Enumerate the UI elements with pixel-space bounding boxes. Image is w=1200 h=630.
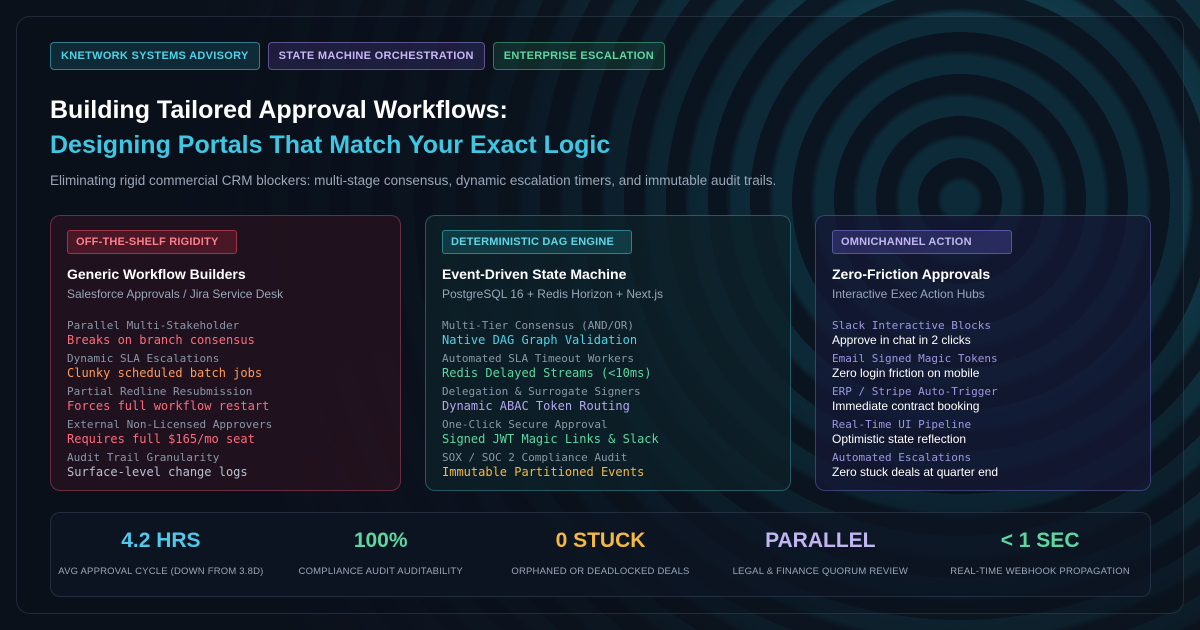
feature-label: Multi-Tier Consensus (AND/OR): [442, 319, 635, 332]
feature-label: Email Signed Magic Tokens: [832, 352, 998, 365]
stat-compliance: 100% COMPLIANCE AUDIT AUDITABILITY: [271, 513, 491, 596]
feature-value: Surface-level change logs: [67, 465, 248, 479]
feature-value: Forces full workflow restart: [67, 399, 270, 413]
feature-row: Automated Escalations Zero stuck deals a…: [832, 450, 1134, 480]
feature-row: Multi-Tier Consensus (AND/OR) Native DAG…: [442, 318, 774, 348]
feature-row: Dynamic SLA Escalations Clunky scheduled…: [67, 351, 384, 381]
card-title: Generic Workflow Builders: [67, 266, 246, 282]
feature-row: External Non-Licensed Approvers Requires…: [67, 417, 384, 447]
card-off-the-shelf: OFF-THE-SHELF RIGIDITY Generic Workflow …: [50, 215, 401, 491]
feature-value: Native DAG Graph Validation: [442, 333, 638, 347]
feature-value: Clunky scheduled batch jobs: [67, 366, 263, 380]
feature-row: Audit Trail Granularity Surface-level ch…: [67, 450, 384, 480]
feature-value: Redis Delayed Streams (<10ms): [442, 366, 652, 380]
feature-row: Partial Redline Resubmission Forces full…: [67, 384, 384, 414]
card-subtitle: PostgreSQL 16 + Redis Horizon + Next.js: [442, 287, 663, 301]
stat-value: < 1 SEC: [1000, 529, 1080, 552]
feature-value: Approve in chat in 2 clicks: [832, 333, 971, 347]
stats-bar: 4.2 HRS AVG APPROVAL CYCLE (DOWN FROM 3.…: [50, 512, 1151, 597]
stat-webhook: < 1 SEC REAL-TIME WEBHOOK PROPAGATION: [930, 513, 1150, 596]
tag-enterprise-escalation: ENTERPRISE ESCALATION: [492, 42, 666, 70]
feature-row: SOX / SOC 2 Compliance Audit Immutable P…: [442, 450, 774, 480]
stat-label: LEGAL & FINANCE QUORUM REVIEW: [732, 566, 908, 577]
feature-label: External Non-Licensed Approvers: [67, 418, 273, 431]
feature-row: One-Click Secure Approval Signed JWT Mag…: [442, 417, 774, 447]
card-dag-engine: DETERMINISTIC DAG ENGINE Event-Driven St…: [425, 215, 791, 491]
page-title: Building Tailored Approval Workflows:: [50, 96, 508, 124]
stat-label: ORPHANED OR DEADLOCKED DEALS: [511, 566, 690, 577]
tag-knetwork-advisory: KNETWORK SYSTEMS ADVISORY: [50, 42, 260, 70]
stat-label: AVG APPROVAL CYCLE (DOWN FROM 3.8D): [58, 566, 264, 577]
feature-label: SOX / SOC 2 Compliance Audit: [442, 451, 628, 464]
feature-value: Requires full $165/mo seat: [67, 432, 255, 446]
tag-state-machine: STATE MACHINE ORCHESTRATION: [267, 42, 485, 70]
stat-value: 4.2 HRS: [121, 529, 201, 552]
feature-row: Email Signed Magic Tokens Zero login fri…: [832, 351, 1134, 381]
card-title: Event-Driven State Machine: [442, 266, 627, 282]
card-omnichannel: OMNICHANNEL ACTION Zero-Friction Approva…: [815, 215, 1151, 491]
stat-label: COMPLIANCE AUDIT AUDITABILITY: [298, 566, 463, 577]
page-subtitle: Eliminating rigid commercial CRM blocker…: [50, 173, 777, 188]
stat-value: 0 STUCK: [555, 529, 646, 552]
stat-stuck-deals: 0 STUCK ORPHANED OR DEADLOCKED DEALS: [491, 513, 711, 596]
feature-row: Real-Time UI Pipeline Optimistic state r…: [832, 417, 1134, 447]
feature-value: Breaks on branch consensus: [67, 333, 255, 347]
stat-value: PARALLEL: [765, 529, 876, 552]
feature-label: ERP / Stripe Auto-Trigger: [832, 385, 998, 398]
feature-label: Real-Time UI Pipeline: [832, 418, 972, 431]
card-subtitle: Interactive Exec Action Hubs: [832, 287, 985, 301]
feature-label: Parallel Multi-Stakeholder: [67, 319, 240, 332]
card-badge: OMNICHANNEL ACTION: [832, 230, 1012, 254]
feature-label: One-Click Secure Approval: [442, 418, 608, 431]
feature-value: Zero login friction on mobile: [832, 366, 980, 380]
feature-label: Slack Interactive Blocks: [832, 319, 991, 332]
feature-value: Immutable Partitioned Events: [442, 465, 645, 479]
feature-row: Automated SLA Timeout Workers Redis Dela…: [442, 351, 774, 381]
feature-value: Dynamic ABAC Token Routing: [442, 399, 630, 413]
feature-label: Partial Redline Resubmission: [67, 385, 253, 398]
feature-label: Dynamic SLA Escalations: [67, 352, 220, 365]
page-title-accent: Designing Portals That Match Your Exact …: [50, 131, 611, 159]
stat-approval-cycle: 4.2 HRS AVG APPROVAL CYCLE (DOWN FROM 3.…: [51, 513, 271, 596]
tag-row: KNETWORK SYSTEMS ADVISORY STATE MACHINE …: [50, 42, 666, 70]
card-badge: OFF-THE-SHELF RIGIDITY: [67, 230, 237, 254]
feature-row: Delegation & Surrogate Signers Dynamic A…: [442, 384, 774, 414]
feature-value: Zero stuck deals at quarter end: [832, 465, 999, 479]
stat-value: 100%: [353, 529, 408, 552]
stat-label: REAL-TIME WEBHOOK PROPAGATION: [950, 566, 1130, 577]
feature-value: Immediate contract booking: [832, 399, 980, 413]
feature-value: Optimistic state reflection: [832, 432, 967, 446]
card-title: Zero-Friction Approvals: [832, 266, 991, 282]
feature-row: ERP / Stripe Auto-Trigger Immediate cont…: [832, 384, 1134, 414]
feature-label: Automated SLA Timeout Workers: [442, 352, 635, 365]
feature-label: Delegation & Surrogate Signers: [442, 385, 641, 398]
feature-row: Parallel Multi-Stakeholder Breaks on bra…: [67, 318, 384, 348]
card-badge: DETERMINISTIC DAG ENGINE: [442, 230, 632, 254]
feature-value: Signed JWT Magic Links & Slack: [442, 432, 659, 446]
feature-label: Audit Trail Granularity: [67, 451, 220, 464]
feature-label: Automated Escalations: [832, 451, 972, 464]
feature-row: Slack Interactive Blocks Approve in chat…: [832, 318, 1134, 348]
card-subtitle: Salesforce Approvals / Jira Service Desk: [67, 287, 284, 301]
stat-quorum: PARALLEL LEGAL & FINANCE QUORUM REVIEW: [710, 513, 930, 596]
